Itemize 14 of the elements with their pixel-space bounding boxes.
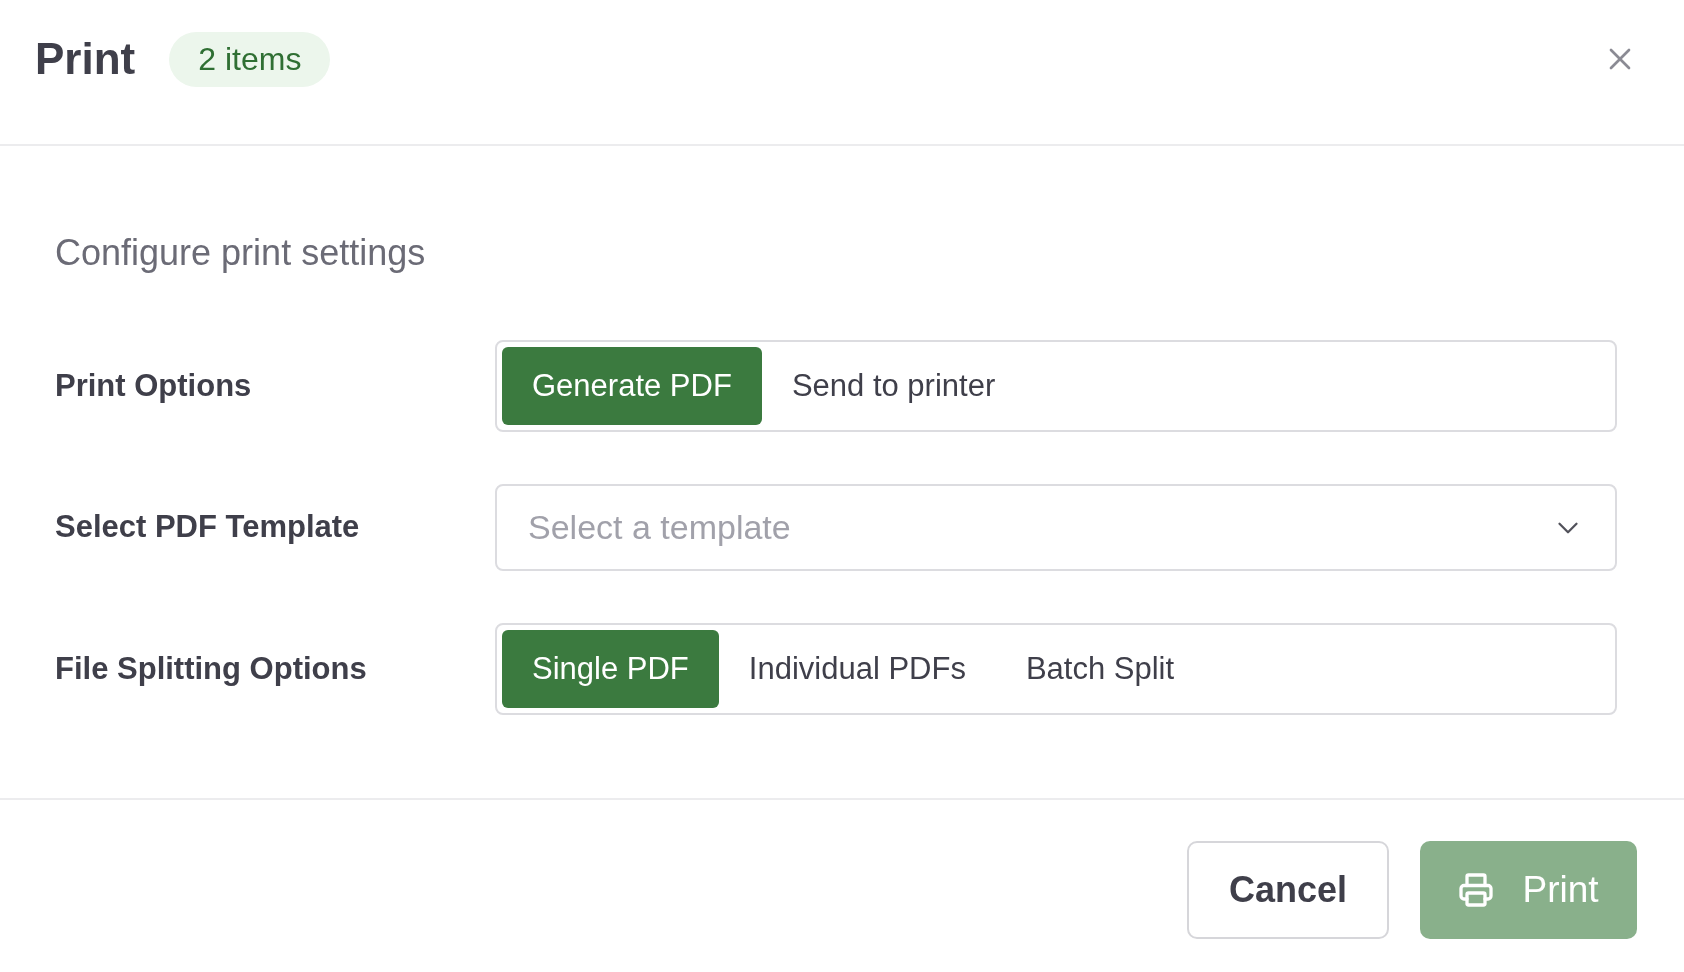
description-text: Configure print settings: [55, 231, 426, 275]
field-label: Print Options: [55, 366, 253, 405]
printer-icon: [1458, 872, 1495, 908]
field-label: Select PDF Template: [55, 508, 361, 547]
segment-option[interactable]: Individual PDFs: [718, 630, 996, 708]
segment-option[interactable]: Generate PDF: [502, 347, 762, 425]
item-count-badge: 2 items: [169, 31, 331, 87]
segment-option[interactable]: Send to printer: [761, 347, 1026, 425]
dialog-title: Print: [35, 33, 136, 85]
field-label: File Splitting Options: [55, 649, 368, 688]
cancel-button[interactable]: Cancel: [1187, 841, 1389, 939]
segment-option[interactable]: Batch Split: [995, 630, 1205, 708]
segment-option[interactable]: Single PDF: [502, 630, 719, 708]
select-placeholder: Select a template: [528, 507, 791, 548]
